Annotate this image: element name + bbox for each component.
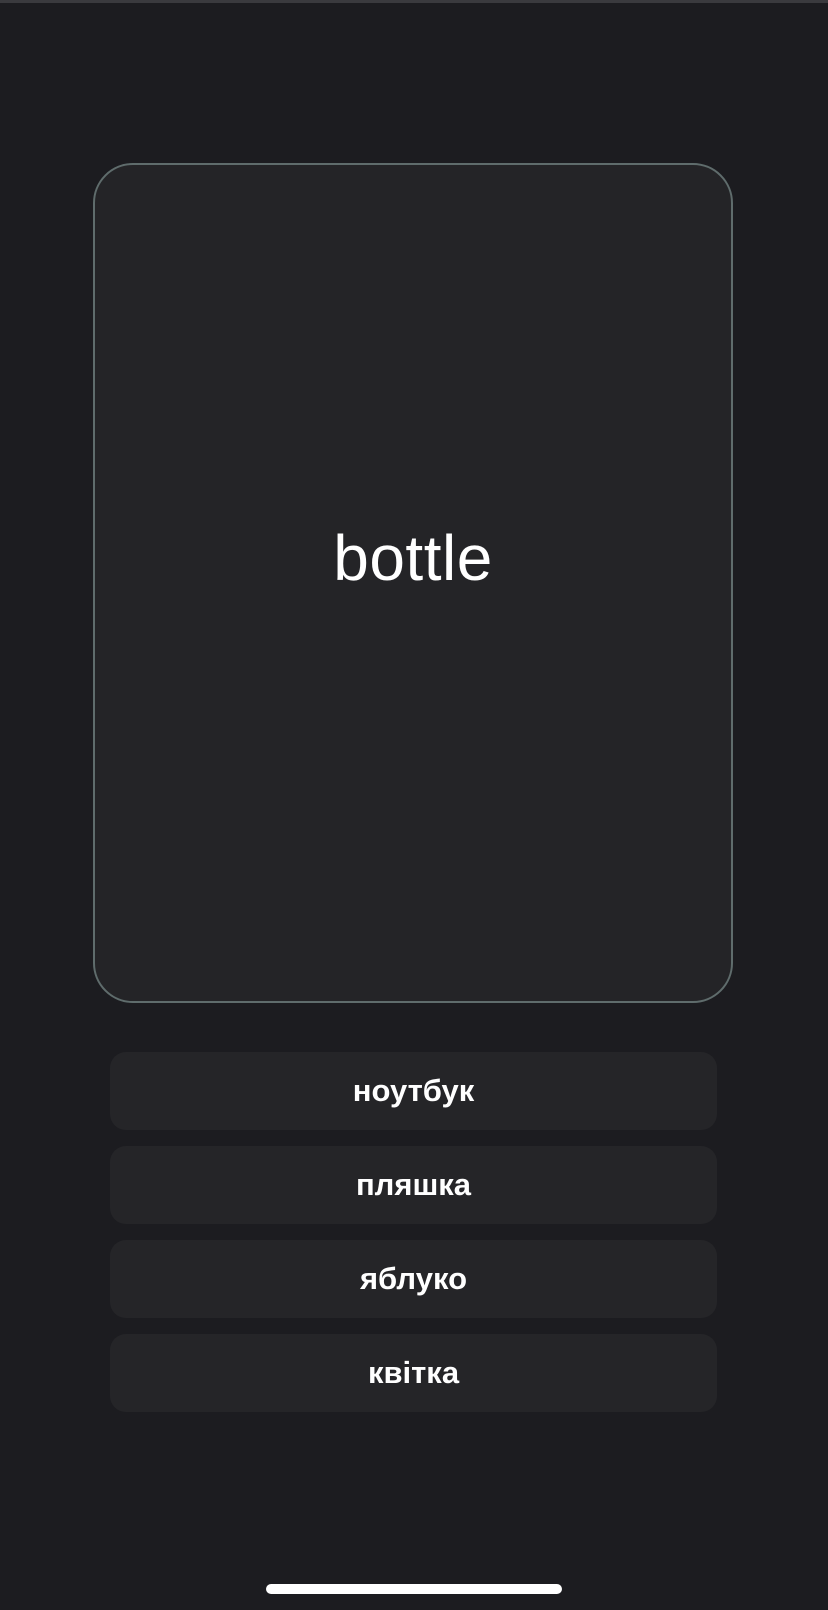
flashcard[interactable]: bottle [93, 163, 733, 1003]
status-bar-divider [0, 0, 828, 3]
answer-option-label: яблуко [359, 1261, 468, 1296]
app-screen: bottle ноутбук пляшка яблуко квітка [0, 0, 828, 1610]
answer-option-button[interactable]: ноутбук [110, 1052, 717, 1130]
flashcard-word: bottle [333, 522, 493, 594]
answer-option-label: квітка [367, 1355, 460, 1390]
answer-option-button[interactable]: пляшка [110, 1146, 717, 1224]
home-indicator[interactable] [266, 1584, 562, 1594]
answer-option-button[interactable]: квітка [110, 1334, 717, 1412]
answer-option-label: ноутбук [352, 1073, 475, 1108]
answer-option-label: пляшка [355, 1167, 472, 1202]
answer-option-button[interactable]: яблуко [110, 1240, 717, 1318]
answer-options: ноутбук пляшка яблуко квітка [110, 1052, 717, 1428]
